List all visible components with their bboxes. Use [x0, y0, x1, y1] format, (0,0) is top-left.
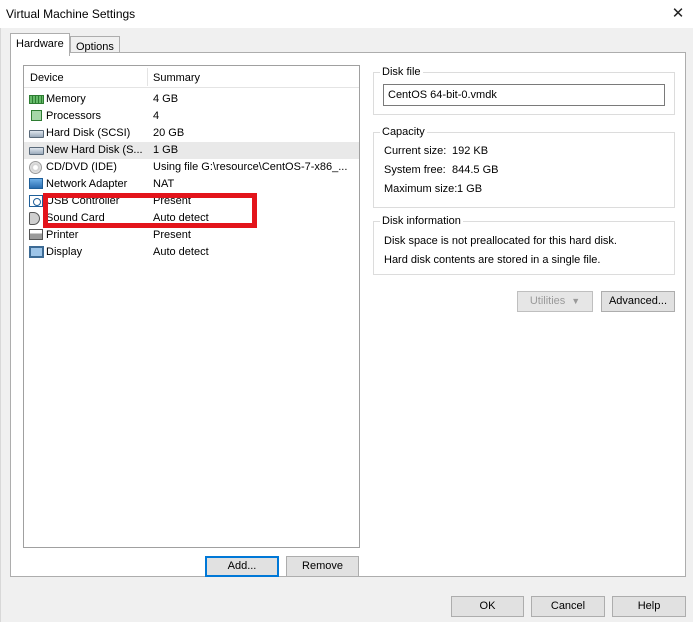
disk-information-line-1: Disk space is not preallocated for this …: [384, 235, 617, 247]
device-name: Network Adapter: [46, 178, 128, 190]
ok-button[interactable]: OK: [451, 596, 524, 617]
device-summary: 20 GB: [153, 127, 185, 139]
hardware-tab-page: Device Summary Memory 4 GB Processors 4 …: [10, 52, 686, 577]
current-size-label: Current size:: [384, 145, 447, 157]
disk-information-line-2: Hard disk contents are stored in a singl…: [384, 254, 601, 266]
usb-icon: [29, 195, 43, 207]
network-adapter-icon: [29, 178, 43, 189]
disk-file-path-field[interactable]: CentOS 64-bit-0.vmdk: [383, 84, 665, 106]
utilities-button[interactable]: Utilities ▼: [517, 291, 593, 312]
device-summary: Using file G:\resource\CentOS-7-x86_...: [153, 161, 348, 173]
column-header-device[interactable]: Device: [30, 72, 64, 84]
help-button[interactable]: Help: [612, 596, 686, 617]
device-summary: 1 GB: [153, 144, 179, 156]
dialog-client: Hardware Options Device Summary Memory 4…: [0, 28, 693, 622]
device-summary: 4: [153, 110, 160, 122]
device-row-display[interactable]: Display Auto detect: [24, 244, 359, 261]
column-separator[interactable]: [147, 68, 148, 86]
device-name: New Hard Disk (S...: [46, 144, 143, 156]
device-name: Processors: [46, 110, 102, 122]
device-name: CD/DVD (IDE): [46, 161, 117, 173]
disk-file-title: Disk file: [380, 66, 423, 78]
system-free-value: 844.5 GB: [452, 164, 499, 176]
advanced-button[interactable]: Advanced...: [601, 291, 675, 312]
device-row-hard-disk-scsi[interactable]: Hard Disk (SCSI) 20 GB: [24, 125, 359, 142]
capacity-group: Capacity Current size: 192 KB System fre…: [373, 126, 675, 208]
close-button[interactable]: ✕: [663, 0, 693, 28]
device-row-new-hard-disk[interactable]: New Hard Disk (S... 1 GB: [24, 142, 359, 159]
device-list[interactable]: Device Summary Memory 4 GB Processors 4 …: [23, 65, 360, 548]
title-bar: Virtual Machine Settings ✕: [0, 0, 693, 28]
disk-file-group: Disk file CentOS 64-bit-0.vmdk: [373, 66, 675, 115]
memory-icon: [29, 95, 44, 104]
device-name: Printer: [46, 229, 79, 241]
device-summary: Present: [153, 229, 191, 241]
device-summary: Auto detect: [153, 246, 209, 258]
system-free-label: System free:: [384, 164, 446, 176]
device-name: Hard Disk (SCSI): [46, 127, 131, 139]
capacity-title: Capacity: [380, 126, 427, 138]
device-row-printer[interactable]: Printer Present: [24, 227, 359, 244]
window-title: Virtual Machine Settings: [6, 7, 136, 21]
chevron-down-icon: ▼: [571, 296, 581, 306]
disk-information-group: Disk information Disk space is not preal…: [373, 215, 675, 275]
column-header-summary[interactable]: Summary: [153, 72, 200, 84]
device-row-processors[interactable]: Processors 4: [24, 108, 359, 125]
device-summary: 4 GB: [153, 93, 179, 105]
maximum-size-label: Maximum size:: [384, 183, 458, 195]
maximum-size-value: 1 GB: [457, 183, 483, 195]
sound-card-icon: [29, 212, 40, 225]
current-size-value: 192 KB: [452, 145, 489, 157]
display-icon: [29, 246, 44, 258]
highlight-annotation-box: [43, 193, 257, 228]
remove-button[interactable]: Remove: [286, 556, 359, 577]
utilities-label: Utilities: [529, 295, 566, 307]
device-name: Memory: [46, 93, 86, 105]
device-row-cd-dvd[interactable]: CD/DVD (IDE) Using file G:\resource\Cent…: [24, 159, 359, 176]
printer-icon: [29, 229, 43, 240]
hard-disk-icon: [29, 147, 44, 155]
device-list-header: Device Summary: [24, 66, 359, 88]
cd-dvd-icon: [29, 161, 42, 174]
device-summary: NAT: [153, 178, 175, 190]
device-row-memory[interactable]: Memory 4 GB: [24, 91, 359, 108]
add-button[interactable]: Add...: [205, 556, 279, 577]
disk-information-title: Disk information: [380, 215, 463, 227]
device-name: Display: [46, 246, 83, 258]
cancel-button[interactable]: Cancel: [531, 596, 605, 617]
hard-disk-icon: [29, 130, 44, 138]
device-row-network-adapter[interactable]: Network Adapter NAT: [24, 176, 359, 193]
tab-hardware[interactable]: Hardware: [10, 33, 70, 56]
processor-icon: [31, 110, 42, 121]
